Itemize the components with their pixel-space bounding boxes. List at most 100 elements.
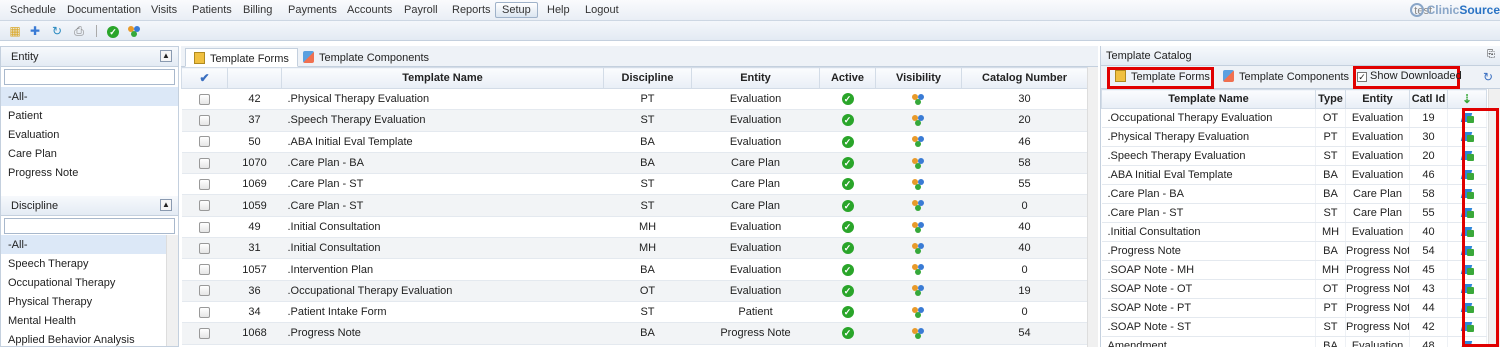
catalog-row[interactable]: .Progress Note BA Progress Note 54 (1101, 241, 1487, 261)
row-checkbox-cell[interactable] (181, 152, 228, 175)
menu-help[interactable]: Help (547, 4, 570, 16)
table-row[interactable]: 50 .ABA Initial Eval Template BA Evaluation… (181, 131, 1088, 153)
row-checkbox[interactable] (199, 178, 210, 190)
menu-logout[interactable]: Logout (585, 4, 619, 16)
catalog-entity-header[interactable]: Entity (1345, 89, 1410, 109)
row-checkbox[interactable] (199, 264, 210, 276)
catalog-tab-forms[interactable]: Template Forms (1115, 70, 1210, 83)
catalog-row[interactable]: .ABA Initial Eval Template BA Evaluation 46 (1101, 165, 1487, 185)
catalog-id-header[interactable]: Catl Id (1409, 89, 1448, 109)
catalog-row[interactable]: .Physical Therapy Evaluation PT Evaluation… (1101, 127, 1487, 147)
entity-item-progress-note[interactable]: Progress Note (1, 163, 178, 182)
row-checkbox[interactable] (199, 93, 210, 105)
pin-icon[interactable]: ⎘ (1487, 49, 1495, 60)
row-template-name[interactable]: .Occupational Therapy Evaluation (281, 280, 604, 302)
menu-billing[interactable]: Billing (243, 4, 272, 16)
row-template-name[interactable]: .Patient Intake Form (281, 301, 604, 324)
row-template-name[interactable]: .Initial Consultation (281, 216, 604, 239)
discipline-item-physical[interactable]: Physical Therapy (1, 292, 178, 311)
download-all-icon[interactable]: ⇣ (1462, 92, 1472, 106)
catalog-number-header[interactable]: Catalog Number (961, 67, 1088, 89)
refresh-doc-icon[interactable]: ↻ (50, 24, 64, 38)
catalog-row[interactable]: .Care Plan - ST ST Care Plan 55 (1101, 203, 1487, 223)
table-row[interactable]: 42 .Physical Therapy Evaluation PT Evaluati… (181, 88, 1088, 111)
row-checkbox-cell[interactable] (181, 173, 228, 196)
row-checkbox[interactable] (199, 306, 210, 318)
print-icon[interactable]: ⎙ (72, 24, 86, 38)
tab-template-components[interactable]: Template Components (295, 48, 437, 67)
grid-scrollbar[interactable] (1087, 67, 1098, 347)
discipline-item-all[interactable]: -All- (1, 235, 166, 254)
entity-item-patient[interactable]: Patient (1, 106, 178, 125)
discipline-item-occupational[interactable]: Occupational Therapy (1, 273, 178, 292)
refresh-icon[interactable]: ↻ (1483, 70, 1493, 84)
show-downloaded-checkbox[interactable]: ✓ Show Downloaded (1357, 70, 1462, 82)
row-checkbox[interactable] (199, 221, 210, 233)
row-checkbox-cell[interactable] (181, 109, 228, 132)
catalog-row[interactable]: .Occupational Therapy Evaluation OT Evalua… (1101, 108, 1487, 128)
row-template-name[interactable]: .Care Plan - ST (281, 194, 604, 217)
users-icon[interactable] (127, 24, 141, 38)
menu-documentation[interactable]: Documentation (67, 4, 141, 16)
table-row[interactable]: 37 .Speech Therapy Evaluation ST Evaluation… (181, 109, 1088, 132)
approve-icon[interactable]: ✓ (106, 24, 120, 38)
discipline-item-aba[interactable]: Applied Behavior Analysis (1, 330, 178, 347)
row-checkbox[interactable] (199, 157, 210, 169)
tab-template-forms[interactable]: Template Forms (185, 48, 298, 67)
row-checkbox[interactable] (199, 115, 210, 127)
entity-item-all[interactable]: -All- (1, 87, 178, 106)
row-checkbox[interactable] (199, 200, 210, 212)
row-checkbox-cell[interactable] (181, 237, 228, 260)
select-all-header[interactable]: ✔ (181, 67, 228, 89)
active-column-header[interactable]: Active (819, 67, 876, 89)
catalog-row[interactable]: .SOAP Note - MH MH Progress Note 45 (1101, 260, 1487, 280)
add-component-icon[interactable]: ✚ (28, 24, 42, 38)
catalog-row[interactable]: .SOAP Note - ST ST Progress Note 42 (1101, 317, 1487, 337)
row-template-name[interactable]: .Care Plan - BA (281, 152, 604, 175)
row-template-name[interactable]: .Physical Therapy Evaluation (281, 88, 604, 111)
row-checkbox-cell[interactable] (181, 301, 228, 324)
row-template-name[interactable]: .Intervention Plan (281, 258, 604, 281)
table-row[interactable]: 49 .Initial Consultation MH Evaluation ✓ 40 (181, 216, 1088, 239)
menu-reports[interactable]: Reports (452, 4, 491, 16)
entity-item-evaluation[interactable]: Evaluation (1, 125, 178, 144)
catalog-row[interactable]: .Speech Therapy Evaluation ST Evaluation 20 (1101, 146, 1487, 166)
add-form-icon[interactable]: ▦ (8, 24, 22, 38)
discipline-scrollbar[interactable] (166, 235, 178, 346)
table-row[interactable]: 1057 .Intervention Plan BA Evaluation ✓ 0 (181, 258, 1088, 281)
row-checkbox[interactable] (199, 285, 210, 297)
template-name-header[interactable]: Template Name (281, 67, 604, 89)
catalog-name-header[interactable]: Template Name (1101, 89, 1316, 109)
row-checkbox-cell[interactable] (181, 131, 228, 153)
row-checkbox[interactable] (199, 136, 210, 148)
catalog-row[interactable]: .Care Plan - BA BA Care Plan 58 (1101, 184, 1487, 204)
row-checkbox-cell[interactable] (181, 258, 228, 281)
row-checkbox[interactable] (199, 242, 210, 254)
table-row[interactable]: 1068 .Progress Note BA Progress Note ✓ 54 (181, 322, 1088, 345)
row-checkbox-cell[interactable] (181, 194, 228, 217)
row-checkbox-cell[interactable] (181, 88, 228, 111)
table-row[interactable]: 1070 .Care Plan - BA BA Care Plan ✓ 58 (181, 152, 1088, 175)
menu-payments[interactable]: Payments (288, 4, 337, 16)
check-all-icon[interactable]: ✔ (199, 71, 209, 85)
catalog-row[interactable]: .Initial Consultation MH Evaluation 40 (1101, 222, 1487, 242)
catalog-row[interactable]: Amendment BA Evaluation 48 (1101, 336, 1487, 347)
table-row[interactable]: 1069 .Care Plan - ST ST Care Plan ✓ 55 (181, 173, 1088, 196)
row-template-name[interactable]: .Initial Consultation (281, 237, 604, 260)
collapse-discipline-icon[interactable]: ▲ (160, 199, 172, 211)
table-row[interactable]: 34 .Patient Intake Form ST Patient ✓ 0 (181, 301, 1088, 324)
download-all-header[interactable]: ⇣ (1447, 89, 1487, 109)
menu-payroll[interactable]: Payroll (404, 4, 438, 16)
table-row[interactable]: 1059 .Care Plan - ST ST Care Plan ✓ 0 (181, 194, 1088, 217)
menu-visits[interactable]: Visits (151, 4, 177, 16)
row-template-name[interactable]: .ABA Initial Eval Template (281, 131, 604, 153)
catalog-row[interactable]: .SOAP Note - OT OT Progress Note 43 (1101, 279, 1487, 299)
row-template-name[interactable]: .Progress Note (281, 322, 604, 345)
entity-column-header[interactable]: Entity (691, 67, 820, 89)
collapse-entity-icon[interactable]: ▲ (160, 50, 172, 62)
menu-setup[interactable]: Setup (495, 2, 538, 18)
discipline-column-header[interactable]: Discipline (603, 67, 692, 89)
menu-patients[interactable]: Patients (192, 4, 232, 16)
row-checkbox-cell[interactable] (181, 216, 228, 239)
catalog-type-header[interactable]: Type (1315, 89, 1346, 109)
